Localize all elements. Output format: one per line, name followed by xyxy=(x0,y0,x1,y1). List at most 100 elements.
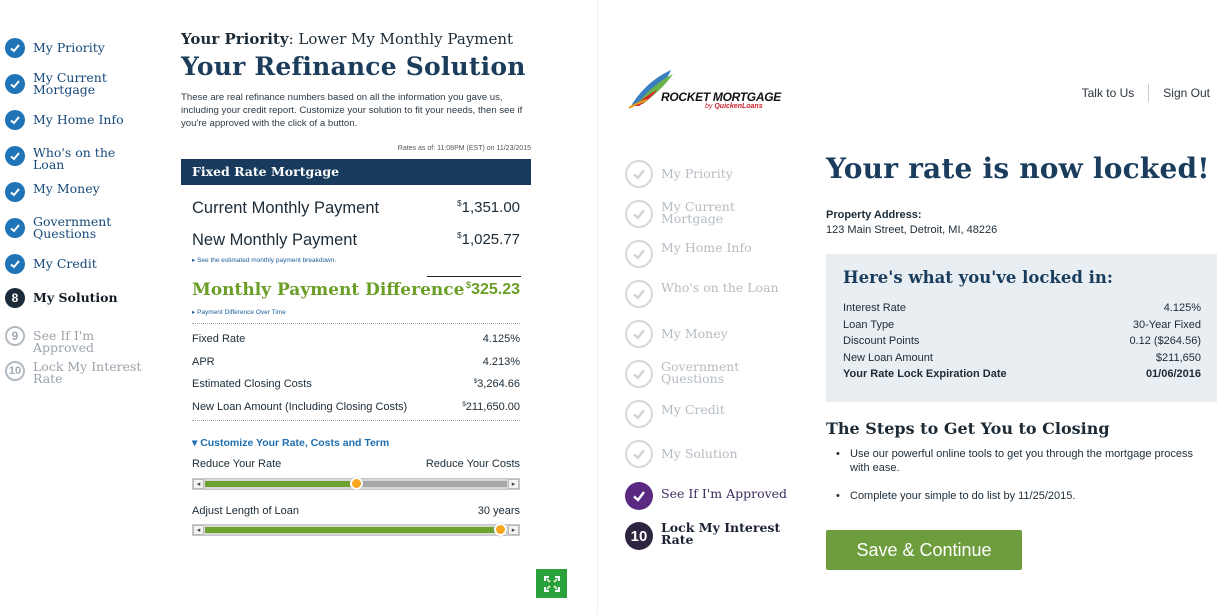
step-number-badge: 9 xyxy=(5,326,25,346)
difference-row: Monthly Payment Difference $325.23 xyxy=(181,280,531,300)
step-label: My Money xyxy=(661,326,728,341)
detail-label: New Loan Amount (Including Closing Costs… xyxy=(192,400,408,413)
locked-row: Discount Points 0.12 ($264.56) xyxy=(843,333,1201,350)
difference-label: Monthly Payment Difference xyxy=(192,280,465,300)
detail-value: 4.213% xyxy=(482,355,520,368)
rocket-mortgage-logo[interactable]: ROCKET MORTGAGE by QuickenLoans xyxy=(627,66,781,111)
slider-left-arrow[interactable]: ◂ xyxy=(193,479,204,489)
locked-summary-box: Here's what you've locked in: Interest R… xyxy=(826,254,1217,402)
closing-steps-title: The Steps to Get You to Closing xyxy=(826,419,1110,438)
detail-row: Fixed Rate 4.125% xyxy=(181,328,531,351)
step-my-current-mortgage[interactable]: My Current Mortgage xyxy=(5,71,148,96)
step-my-current-mortgage[interactable]: My Current Mortgage xyxy=(625,200,791,228)
section-header: Fixed Rate Mortgage xyxy=(181,159,531,185)
difference-over-time-link[interactable]: ▸ Payment Difference Over Time xyxy=(181,308,531,316)
check-icon xyxy=(625,400,653,428)
step-my-home-info[interactable]: My Home Info xyxy=(625,240,791,268)
step-label: My Credit xyxy=(33,256,97,271)
step-label: My Credit xyxy=(661,402,725,417)
step-my-solution[interactable]: 8 My Solution xyxy=(5,288,148,308)
difference-value: 325.23 xyxy=(471,281,520,298)
customize-toggle[interactable]: ▾ Customize Your Rate, Costs and Term xyxy=(181,437,531,449)
step-label: Who's on the Loan xyxy=(661,280,779,295)
step-government-questions[interactable]: Government Questions xyxy=(5,214,148,241)
step-see-if-approved[interactable]: See If I'm Approved xyxy=(625,482,791,510)
step-lock-interest-rate[interactable]: 10 Lock My Interest Rate xyxy=(625,521,791,550)
divider-line xyxy=(427,276,521,277)
step-whos-on-the-loan[interactable]: Who's on the Loan xyxy=(5,146,148,171)
slider-labels: Reduce Your Rate Reduce Your Costs xyxy=(181,458,531,470)
check-icon xyxy=(625,360,653,388)
step-lock-interest-rate[interactable]: 10 Lock My Interest Rate xyxy=(5,360,148,385)
current-payment-row: Current Monthly Payment $1,351.00 xyxy=(181,199,531,218)
step-label: My Solution xyxy=(33,290,118,305)
rate-locked-screen: ROCKET MORTGAGE by QuickenLoans Talk to … xyxy=(600,0,1217,614)
logo-subtext: by QuickenLoans xyxy=(705,103,763,110)
slider-handle[interactable] xyxy=(349,477,363,490)
step-number-badge: 10 xyxy=(5,361,25,381)
step-label: Government Questions xyxy=(33,214,112,241)
check-icon xyxy=(5,254,25,274)
detail-value: 3,264.66 xyxy=(477,378,520,391)
page-title: Your Refinance Solution xyxy=(181,52,526,81)
step-label: My Solution xyxy=(661,446,738,461)
talk-to-us-link[interactable]: Talk to Us xyxy=(1082,86,1135,100)
locked-label: Discount Points xyxy=(843,335,920,348)
new-payment-row: New Monthly Payment $1,025.77 xyxy=(181,231,531,250)
locked-row: Loan Type 30-Year Fixed xyxy=(843,317,1201,334)
check-icon xyxy=(5,38,25,58)
step-government-questions[interactable]: Government Questions xyxy=(625,360,791,388)
page-title: Your rate is now locked! xyxy=(826,152,1210,185)
rate-cost-slider[interactable]: ◂ ▸ xyxy=(192,477,520,490)
logo-brand: QuickenLoans xyxy=(714,103,763,110)
payment-breakdown-link[interactable]: ▸ See the estimated monthly payment brea… xyxy=(181,256,531,264)
property-address-label: Property Address: xyxy=(826,209,922,221)
step-number-badge: 10 xyxy=(625,522,653,550)
save-continue-button[interactable]: Save & Continue xyxy=(826,530,1022,570)
list-item: Use our powerful online tools to get you… xyxy=(834,447,1194,475)
slider-right-arrow[interactable]: ▸ xyxy=(508,525,519,535)
slider-left-arrow[interactable]: ◂ xyxy=(193,525,204,535)
step-label: Who's on the Loan xyxy=(33,145,116,172)
property-address-value: 123 Main Street, Detroit, MI, 48226 xyxy=(826,224,998,236)
check-icon xyxy=(625,160,653,188)
new-payment-label: New Monthly Payment xyxy=(192,231,358,249)
slider-handle[interactable] xyxy=(494,523,507,536)
step-my-credit[interactable]: My Credit xyxy=(625,400,791,428)
loan-length-slider[interactable]: ◂ ▸ xyxy=(192,523,520,536)
slider-value-label: 30 years xyxy=(477,505,520,517)
logo-by: by xyxy=(705,103,713,110)
step-label: My Priority xyxy=(33,40,105,55)
step-my-credit[interactable]: My Credit xyxy=(5,254,148,274)
detail-label: Fixed Rate xyxy=(192,333,246,346)
locked-value: $211,650 xyxy=(1155,351,1201,364)
check-icon xyxy=(625,200,653,228)
link-separator xyxy=(1148,84,1150,102)
step-my-priority[interactable]: My Priority xyxy=(625,160,791,188)
detail-label: APR xyxy=(192,355,215,368)
sign-out-link[interactable]: Sign Out xyxy=(1163,86,1210,100)
detail-row: Estimated Closing Costs $3,264.66 xyxy=(181,373,531,396)
current-payment-value: 1,351.00 xyxy=(461,199,520,216)
detail-row: New Loan Amount (Including Closing Costs… xyxy=(181,396,531,419)
locked-summary-title: Here's what you've locked in: xyxy=(843,268,1113,287)
step-label: See If I'm Approved xyxy=(661,486,788,501)
step-see-if-approved[interactable]: 9 See If I'm Approved xyxy=(5,326,148,354)
step-my-solution[interactable]: My Solution xyxy=(625,440,791,468)
step-whos-on-the-loan[interactable]: Who's on the Loan xyxy=(625,280,791,308)
step-my-priority[interactable]: My Priority xyxy=(5,38,148,58)
panel-divider xyxy=(597,0,598,614)
check-icon xyxy=(625,482,653,510)
locked-label: Loan Type xyxy=(843,318,895,331)
step-my-money[interactable]: My Money xyxy=(5,182,148,202)
step-my-home-info[interactable]: My Home Info xyxy=(5,110,148,130)
check-icon xyxy=(5,110,25,130)
closing-steps-list: Use our powerful online tools to get you… xyxy=(834,447,1194,517)
slider-right-arrow[interactable]: ▸ xyxy=(508,479,519,489)
check-icon xyxy=(5,218,25,238)
current-payment-label: Current Monthly Payment xyxy=(192,199,380,217)
step-my-money[interactable]: My Money xyxy=(625,320,791,348)
dotted-divider xyxy=(192,323,520,324)
locked-label: New Loan Amount xyxy=(843,351,933,364)
expand-icon[interactable] xyxy=(536,569,567,598)
